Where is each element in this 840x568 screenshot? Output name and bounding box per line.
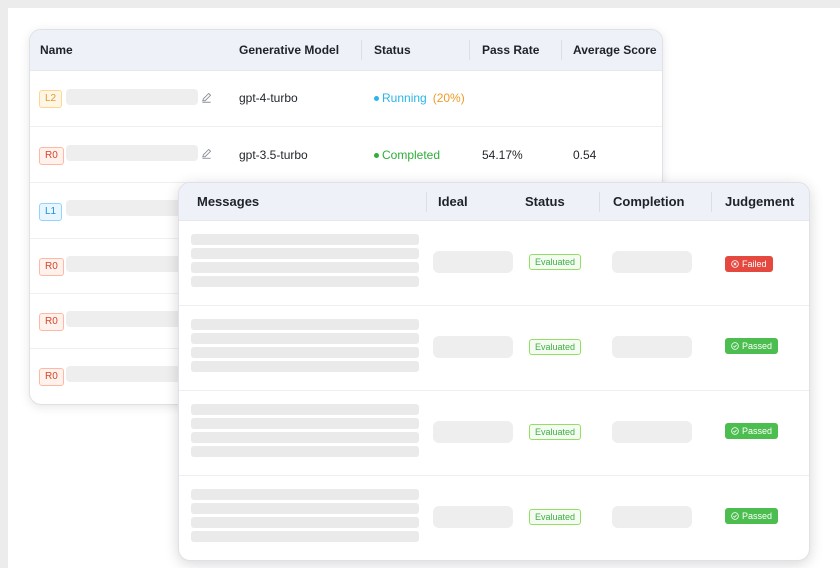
status-running: Running (20%) bbox=[374, 91, 465, 105]
table-row[interactable]: L2 gpt-4-turbo Running (20%) bbox=[30, 71, 662, 127]
evaluation-results-table: Messages Ideal Status Completion Judgeme… bbox=[178, 182, 810, 561]
status-badge: Evaluated bbox=[529, 254, 582, 270]
level-badge: R0 bbox=[39, 147, 64, 165]
column-divider bbox=[426, 192, 427, 212]
column-header-judgement[interactable]: Judgement bbox=[725, 183, 794, 220]
message-placeholder bbox=[191, 489, 419, 500]
table-header: Messages Ideal Status Completion Judgeme… bbox=[179, 183, 809, 221]
status-badge: Evaluated bbox=[529, 509, 582, 525]
level-badge: L1 bbox=[39, 203, 63, 221]
column-header-model[interactable]: Generative Model bbox=[239, 30, 339, 70]
table-row[interactable]: Evaluated Failed bbox=[179, 221, 809, 306]
column-divider bbox=[361, 40, 362, 60]
pencil-icon[interactable] bbox=[201, 148, 212, 159]
message-placeholder bbox=[191, 333, 419, 344]
ideal-placeholder bbox=[433, 336, 513, 358]
status-progress: (20%) bbox=[432, 91, 465, 105]
model-name: gpt-4-turbo bbox=[239, 91, 298, 105]
message-placeholder bbox=[191, 276, 419, 287]
ideal-placeholder bbox=[433, 421, 513, 443]
message-placeholder bbox=[191, 347, 419, 358]
judgement-badge: Passed bbox=[725, 508, 779, 524]
completion-placeholder bbox=[612, 251, 692, 273]
status-dot-icon bbox=[374, 96, 379, 101]
check-circle-icon bbox=[731, 342, 739, 350]
status-badge: Evaluated bbox=[529, 339, 582, 355]
column-header-name[interactable]: Name bbox=[40, 30, 73, 70]
status-badge: Evaluated bbox=[529, 424, 582, 440]
status-text: Running bbox=[382, 91, 427, 105]
message-placeholder bbox=[191, 361, 419, 372]
ideal-placeholder bbox=[433, 251, 513, 273]
judgement-badge: Failed bbox=[725, 256, 773, 272]
judgement-text: Passed bbox=[742, 511, 773, 521]
table-row[interactable]: Evaluated Passed bbox=[179, 306, 809, 391]
completion-placeholder bbox=[612, 336, 692, 358]
completion-placeholder bbox=[612, 506, 692, 528]
average-score-value: 0.54 bbox=[573, 148, 597, 162]
column-header-ideal[interactable]: Ideal bbox=[438, 183, 468, 220]
pass-rate-value: 54.17% bbox=[482, 148, 523, 162]
table-header: Name Generative Model Status Pass Rate A… bbox=[30, 30, 662, 71]
judgement-badge: Passed bbox=[725, 338, 779, 354]
judgement-text: Passed bbox=[742, 426, 773, 436]
message-placeholder bbox=[191, 418, 419, 429]
message-placeholder bbox=[191, 319, 419, 330]
check-circle-icon bbox=[731, 512, 739, 520]
x-circle-icon bbox=[731, 260, 739, 268]
model-name: gpt-3.5-turbo bbox=[239, 148, 308, 162]
judgement-text: Failed bbox=[742, 259, 767, 269]
column-divider bbox=[561, 40, 562, 60]
message-placeholder bbox=[191, 262, 419, 273]
column-header-completion[interactable]: Completion bbox=[613, 183, 685, 220]
judgement-text: Passed bbox=[742, 341, 773, 351]
message-placeholder bbox=[191, 446, 419, 457]
level-badge: R0 bbox=[39, 368, 64, 386]
column-divider bbox=[711, 192, 712, 212]
level-badge: L2 bbox=[39, 90, 63, 108]
column-header-pass-rate[interactable]: Pass Rate bbox=[482, 30, 539, 70]
column-divider bbox=[469, 40, 470, 60]
message-placeholder bbox=[191, 503, 419, 514]
column-header-messages[interactable]: Messages bbox=[197, 183, 259, 220]
column-header-status[interactable]: Status bbox=[374, 30, 411, 70]
table-row[interactable]: Evaluated Passed bbox=[179, 476, 809, 560]
name-placeholder bbox=[66, 145, 198, 161]
level-badge: R0 bbox=[39, 258, 64, 276]
message-placeholder bbox=[191, 248, 419, 259]
column-header-status[interactable]: Status bbox=[525, 183, 565, 220]
pencil-icon[interactable] bbox=[201, 92, 212, 103]
status-dot-icon bbox=[374, 153, 379, 158]
level-badge: R0 bbox=[39, 313, 64, 331]
table-row[interactable]: Evaluated Passed bbox=[179, 391, 809, 476]
ideal-placeholder bbox=[433, 506, 513, 528]
message-placeholder bbox=[191, 517, 419, 528]
message-placeholder bbox=[191, 531, 419, 542]
message-placeholder bbox=[191, 234, 419, 245]
message-placeholder bbox=[191, 432, 419, 443]
judgement-badge: Passed bbox=[725, 423, 779, 439]
column-header-average-score[interactable]: Average Score bbox=[573, 30, 657, 70]
table-row[interactable]: R0 gpt-3.5-turbo Completed 54.17% 0.54 bbox=[30, 127, 662, 183]
column-divider bbox=[599, 192, 600, 212]
check-circle-icon bbox=[731, 427, 739, 435]
message-placeholder bbox=[191, 404, 419, 415]
name-placeholder bbox=[66, 89, 198, 105]
status-text: Completed bbox=[382, 148, 441, 162]
status-completed: Completed bbox=[374, 148, 440, 162]
completion-placeholder bbox=[612, 421, 692, 443]
